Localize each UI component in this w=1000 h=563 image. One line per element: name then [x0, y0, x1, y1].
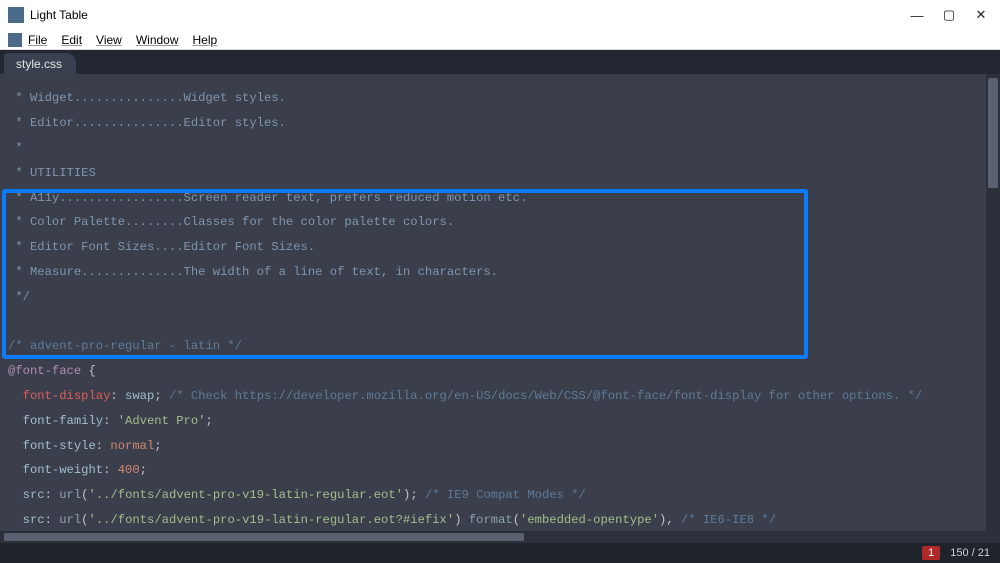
code-line: * A11y.................Screen reader tex…	[8, 191, 527, 205]
horizontal-scrollbar-thumb[interactable]	[4, 533, 524, 541]
code-line: */	[8, 290, 30, 304]
vertical-scrollbar[interactable]	[986, 74, 1000, 531]
vertical-scrollbar-thumb[interactable]	[988, 78, 998, 188]
code-line: /* advent-pro-regular - latin */	[8, 339, 242, 353]
menu-file[interactable]: File	[28, 33, 47, 47]
code-line: * Editor Font Sizes....Editor Font Sizes…	[8, 240, 315, 254]
code-line: * UTILITIES	[8, 166, 96, 180]
horizontal-scrollbar[interactable]	[0, 531, 1000, 543]
code-editor[interactable]: * Widget...............Widget styles. * …	[0, 74, 986, 531]
status-bar: 1 150 / 21	[0, 543, 1000, 563]
window-close-button[interactable]: ✕	[974, 8, 988, 22]
tab-bar: style.css	[0, 50, 1000, 74]
code-line: * Editor...............Editor styles.	[8, 116, 286, 130]
menu-help[interactable]: Help	[193, 33, 218, 47]
code-line: *	[8, 141, 23, 155]
code-line: * Measure..............The width of a li…	[8, 265, 498, 279]
tab-style-css[interactable]: style.css	[4, 53, 76, 74]
menu-edit[interactable]: Edit	[61, 33, 82, 47]
app-icon	[8, 7, 24, 23]
code-line: * Widget...............Widget styles.	[8, 91, 286, 105]
status-cursor-position: 150 / 21	[950, 547, 990, 559]
code-line: * Color Palette........Classes for the c…	[8, 215, 454, 229]
menu-window[interactable]: Window	[136, 33, 179, 47]
window-title: Light Table	[30, 8, 88, 22]
window-maximize-button[interactable]: ▢	[942, 8, 956, 22]
app-icon-small	[8, 33, 22, 47]
code-atrule: @font-face	[8, 364, 81, 378]
menu-view[interactable]: View	[96, 33, 122, 47]
menu-bar: File Edit View Window Help	[0, 30, 1000, 50]
window-minimize-button[interactable]: —	[910, 8, 924, 22]
status-error-badge[interactable]: 1	[922, 546, 940, 560]
window-titlebar: Light Table — ▢ ✕	[0, 0, 1000, 30]
